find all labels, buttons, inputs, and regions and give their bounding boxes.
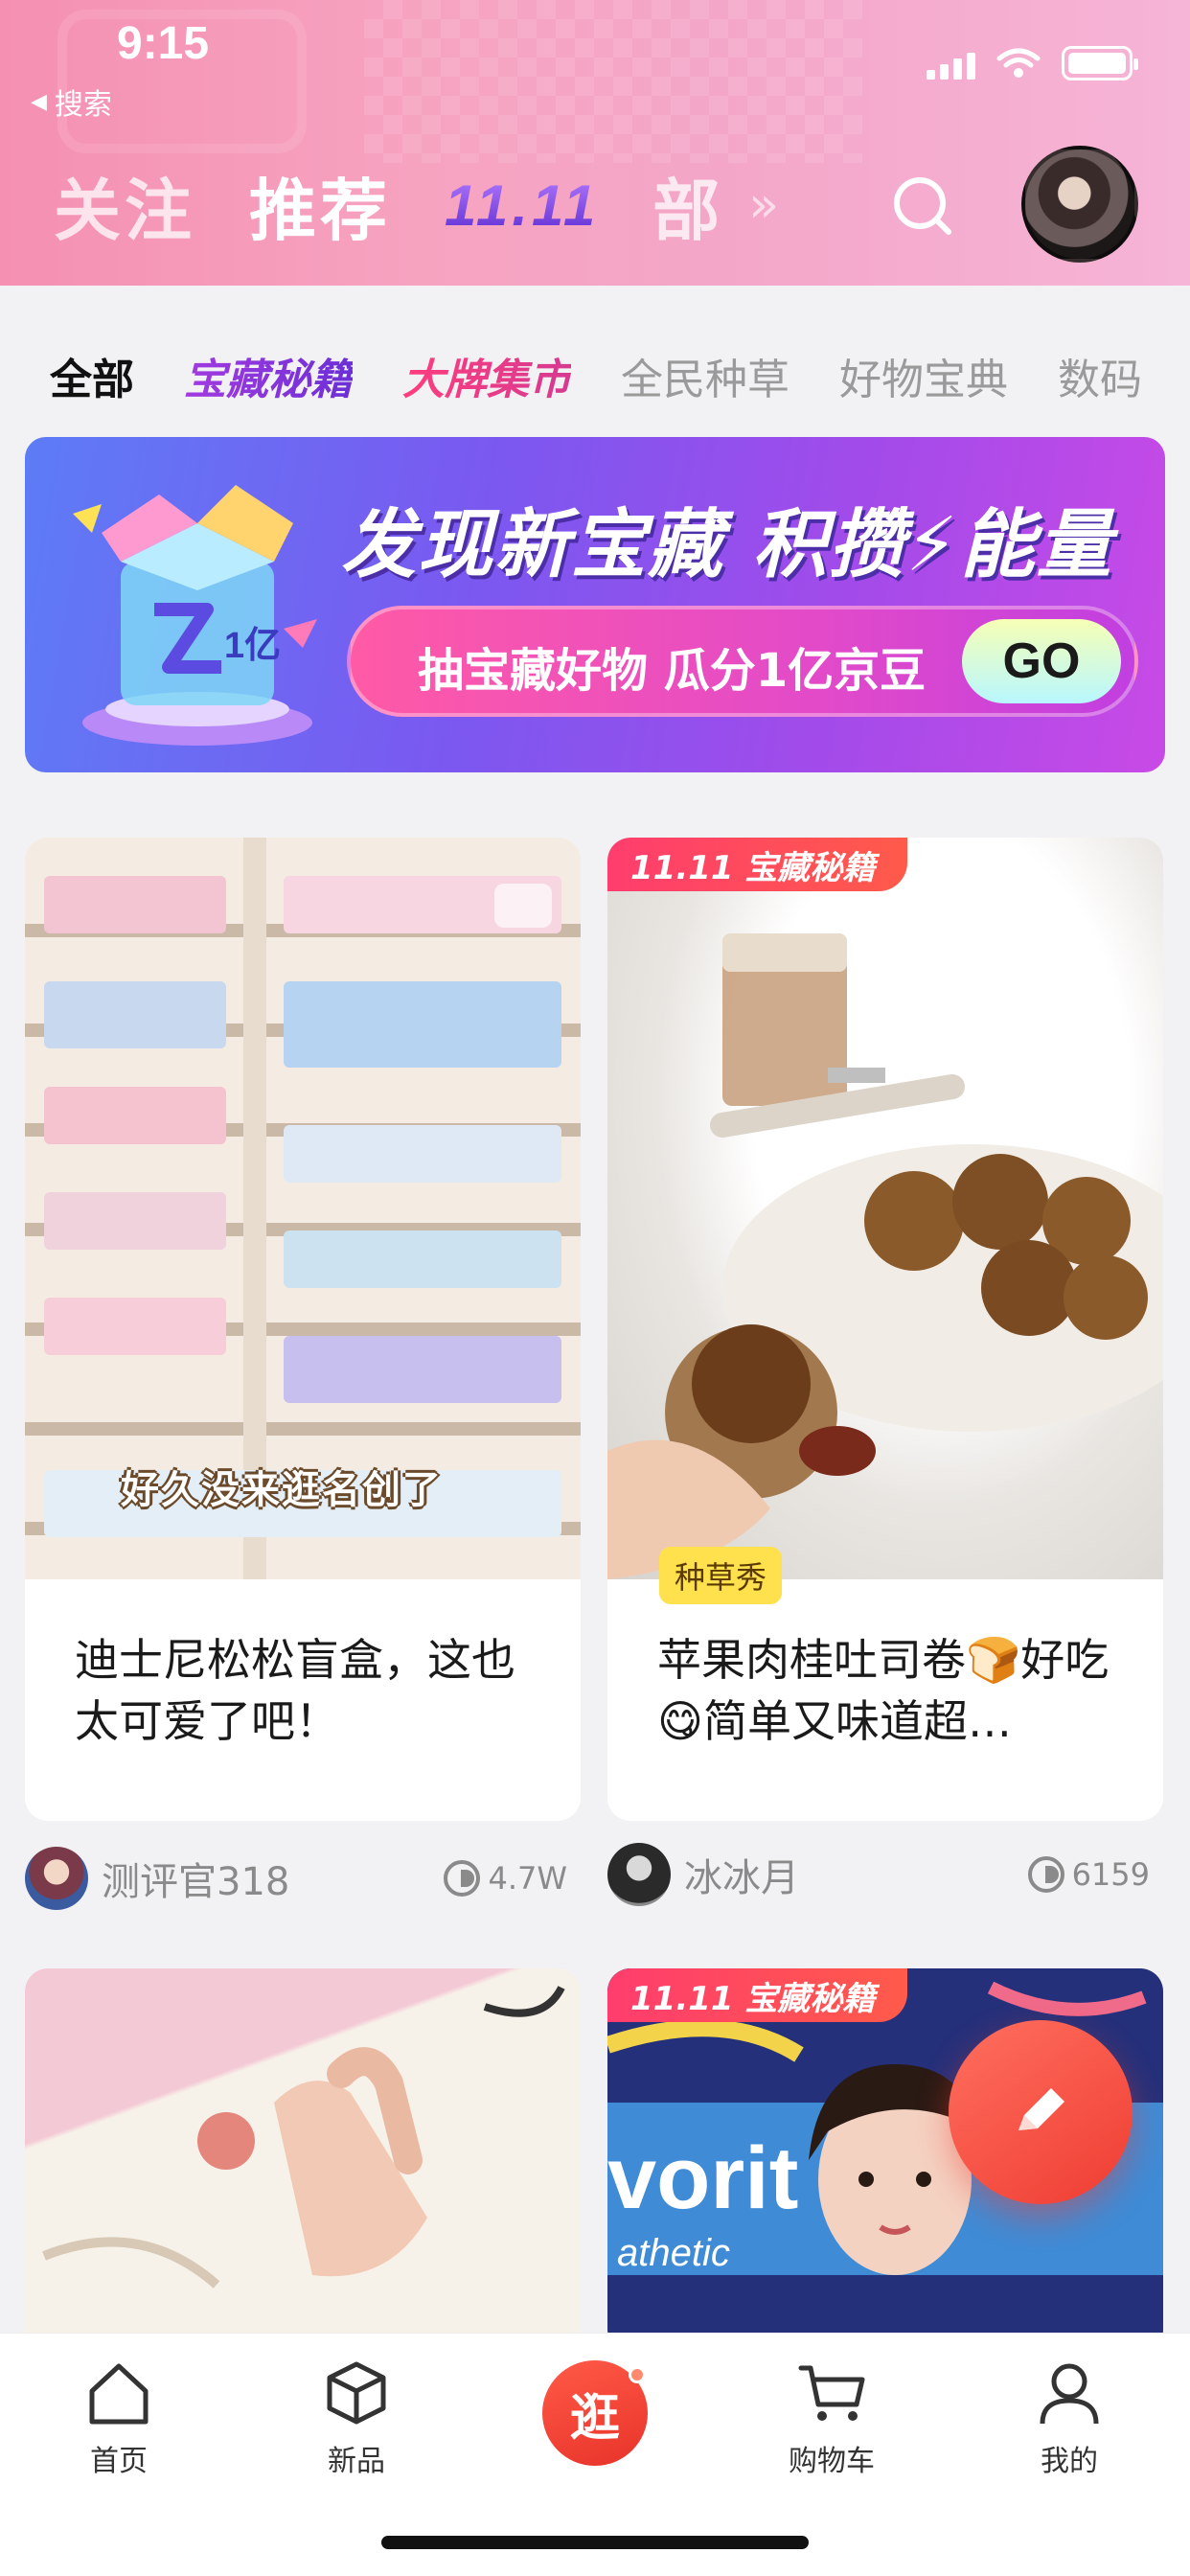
nav-profile-label: 我的 <box>1041 2445 1098 2478</box>
status-time: 9:15 <box>117 18 210 69</box>
banner-title: 发现新宝藏 积攒⚡能量 <box>341 502 1113 588</box>
wifi-icon <box>996 48 1041 78</box>
event-badge: 11.11 宝藏秘籍 <box>607 838 908 891</box>
search-icon[interactable] <box>889 172 956 240</box>
box-label: 1亿 <box>224 626 281 666</box>
image-overlay-text: 好久没来逛名创了 <box>121 1468 443 1512</box>
feed-card-title: 苹果肉桂吐司卷🍞好吃😋简单又味道超… <box>657 1634 1110 1747</box>
author-name[interactable]: 测评官318 <box>102 1851 444 1906</box>
feed-card[interactable]: 好久没来逛名创了 迪士尼松松盲盒，这也太可爱了吧！ <box>25 838 581 1821</box>
feed-card[interactable]: 11.11 宝藏秘籍 种草秀 苹果肉桂吐司卷🍞好吃😋简单又味道超… <box>607 838 1163 1821</box>
more-tabs-chevron-icon[interactable]: » <box>748 176 779 234</box>
author-row[interactable]: 测评官318 4.7W <box>25 1840 581 1917</box>
main-tabs: 关注 推荐 11.11 部 » <box>54 157 779 253</box>
top-header: 9:15 ◀ 搜索 关注 推荐 11.11 部 » <box>0 0 1190 286</box>
poster-text: vorit <box>607 2129 798 2227</box>
back-triangle-icon: ◀ <box>31 89 47 114</box>
category-good-items[interactable]: 好物宝典 <box>839 345 1008 406</box>
bedding-hand-image <box>25 1968 581 2352</box>
tab-follow[interactable]: 关注 <box>54 157 195 254</box>
category-bar: 全部 宝藏秘籍 大牌集市 全民种草 好物宝典 数码 <box>0 286 1190 439</box>
feed-card-title: 迪士尼松松盲盒，这也太可爱了吧！ <box>75 1634 515 1747</box>
notification-dot <box>629 2366 646 2383</box>
cart-icon <box>798 2365 865 2421</box>
back-app-label: 搜索 <box>54 88 112 122</box>
food-photo-art <box>607 933 1163 1579</box>
view-count-value: 6159 <box>1071 1856 1150 1893</box>
nav-new[interactable]: 新品 <box>280 2355 433 2479</box>
home-icon <box>89 2363 149 2425</box>
views-icon <box>1027 1856 1064 1893</box>
cellular-signal-icon <box>927 47 975 80</box>
nav-home-label: 首页 <box>90 2445 148 2478</box>
view-count-value: 4.7W <box>488 1860 567 1897</box>
tag-badge[interactable]: 种草秀 <box>659 1547 783 1604</box>
video-play-icon <box>494 884 552 928</box>
author-avatar[interactable] <box>25 1847 88 1910</box>
back-to-app-link[interactable]: ◀ 搜索 <box>31 80 112 123</box>
category-brand-market[interactable]: 大牌集市 <box>402 345 571 406</box>
category-all[interactable]: 全部 <box>50 345 134 406</box>
nav-profile[interactable]: 我的 <box>993 2355 1146 2479</box>
nav-guang[interactable]: 逛 <box>542 2360 648 2466</box>
view-count: 6159 <box>1027 1856 1150 1893</box>
profile-icon <box>1040 2363 1099 2425</box>
tab-double11[interactable]: 11.11 <box>445 172 599 239</box>
views-icon <box>444 1860 481 1897</box>
header-pattern <box>364 0 862 163</box>
author-row[interactable]: 冰冰月 6159 <box>607 1836 1163 1913</box>
tab-more-partial[interactable]: 部 <box>652 157 723 254</box>
treasure-box-icon: 1亿 <box>73 485 317 746</box>
category-digital[interactable]: 数码 <box>1058 345 1142 406</box>
guang-icon: 逛 <box>569 2389 620 2448</box>
cube-icon <box>327 2361 386 2425</box>
hand-photo-art <box>42 1986 565 2288</box>
author-avatar[interactable] <box>607 1843 671 1906</box>
view-count: 4.7W <box>444 1860 567 1897</box>
banner-go-button[interactable]: GO <box>962 619 1121 703</box>
banner-subtitle: 抽宝藏好物 瓜分1亿京豆 <box>418 644 927 698</box>
feed-card[interactable] <box>25 1968 581 2352</box>
poster-text-2: athetic <box>617 2232 730 2274</box>
author-name[interactable]: 冰冰月 <box>684 1847 1028 1902</box>
user-avatar[interactable] <box>1021 146 1138 263</box>
nav-cart-label: 购物车 <box>789 2445 875 2478</box>
category-recommend-all[interactable]: 全民种草 <box>621 345 790 406</box>
banner-pill[interactable]: 抽宝藏好物 瓜分1亿京豆 GO <box>347 606 1138 717</box>
event-badge: 11.11 宝藏秘籍 <box>607 1968 908 2022</box>
nav-home[interactable]: 首页 <box>42 2355 195 2479</box>
home-indicator <box>381 2536 809 2549</box>
battery-icon <box>1062 46 1138 80</box>
blind-box-shelf-image: 好久没来逛名创了 <box>25 838 581 1579</box>
tab-recommend[interactable]: 推荐 <box>249 157 391 254</box>
nav-cart[interactable]: 购物车 <box>755 2355 908 2479</box>
promo-banner[interactable]: 1亿 发现新宝藏 积攒⚡能量 抽宝藏好物 瓜分1亿京豆 GO <box>25 437 1165 772</box>
status-icons <box>927 46 1138 80</box>
create-post-button[interactable] <box>949 2020 1133 2204</box>
nav-new-label: 新品 <box>328 2445 385 2478</box>
pencil-icon <box>1018 2088 1064 2130</box>
category-treasure-secrets[interactable]: 宝藏秘籍 <box>184 345 353 406</box>
cinnamon-toast-roll-image: 11.11 宝藏秘籍 <box>607 838 1163 1579</box>
